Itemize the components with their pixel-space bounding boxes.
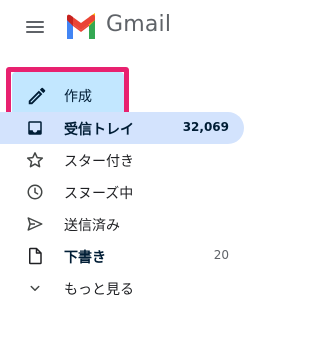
- app-brand: Gmail: [106, 12, 172, 37]
- sidebar-item-label: 下書き: [64, 250, 106, 266]
- compose-label: 作成: [64, 89, 92, 105]
- sidebar-item-label: もっと見る: [64, 282, 134, 298]
- main-menu-icon[interactable]: [26, 19, 46, 35]
- sidebar-item-more[interactable]: もっと見る: [0, 272, 244, 304]
- chevron-down-icon: [30, 285, 40, 291]
- unread-count: 32,069: [182, 120, 229, 134]
- app-header: Gmail: [0, 0, 252, 56]
- star-icon: [26, 152, 44, 168]
- draft-count: 20: [213, 248, 229, 262]
- send-icon: [27, 217, 43, 231]
- sidebar-item-label: スター付き: [64, 154, 134, 170]
- sidebar-item-drafts[interactable]: 下書き 20: [0, 240, 244, 272]
- sidebar-item-label: 送信済み: [64, 218, 120, 234]
- inbox-icon: [28, 121, 42, 135]
- sidebar-item-label: 受信トレイ: [64, 122, 134, 138]
- sidebar-item-label: スヌーズ中: [64, 186, 134, 202]
- sidebar-item-sent[interactable]: 送信済み: [0, 208, 244, 240]
- gmail-logo-icon[interactable]: [64, 13, 98, 41]
- pencil-icon: [28, 87, 46, 105]
- clock-icon: [27, 184, 43, 200]
- draft-icon: [29, 247, 42, 265]
- sidebar-item-starred[interactable]: スター付き: [0, 144, 244, 176]
- sidebar-item-snoozed[interactable]: スヌーズ中: [0, 176, 244, 208]
- sidebar-item-inbox[interactable]: 受信トレイ 32,069: [0, 112, 244, 144]
